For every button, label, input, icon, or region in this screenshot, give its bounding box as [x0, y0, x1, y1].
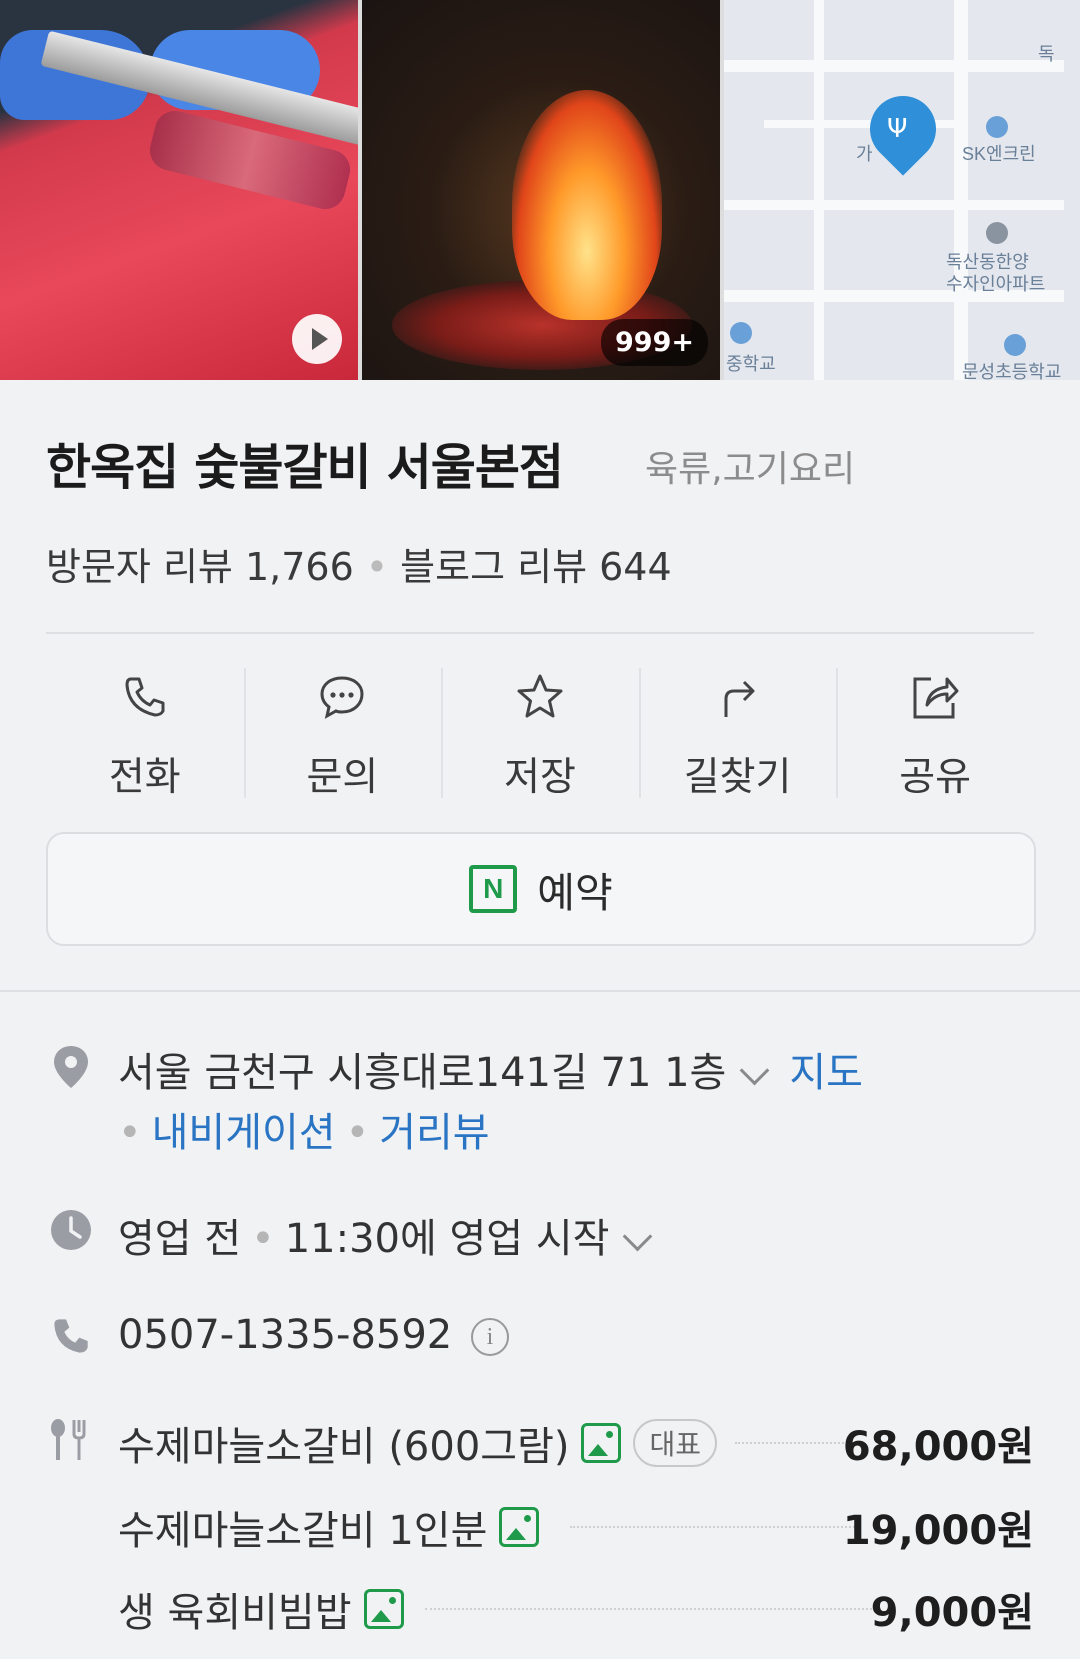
place-category: 육류,고기요리	[645, 449, 856, 490]
dotted-leader	[570, 1526, 855, 1528]
menu-item-name[interactable]: 수제마늘소갈비 (600그람) 대표	[118, 1414, 718, 1472]
map-link[interactable]: 지도	[789, 1050, 863, 1096]
image-icon[interactable]	[363, 1589, 404, 1629]
menu-item-label: 생 육회비빔밥	[118, 1590, 352, 1636]
dotted-leader	[425, 1608, 880, 1610]
map-poi-icon	[986, 222, 1008, 244]
photo-count-badge: 999+	[601, 319, 708, 366]
menu-item-name[interactable]: 수제마늘소갈비 1인분	[118, 1498, 540, 1556]
menu-item-price: 68,000원	[842, 1424, 1034, 1470]
map-label: SK엔크린	[962, 144, 1036, 164]
phone-line: 0507-1335-8592 i	[118, 1312, 509, 1358]
action-bar: 전화 문의 저장 길찾기 공유	[46, 660, 1034, 800]
restaurant-icon: Ψ	[887, 114, 908, 144]
flame-shape	[512, 90, 662, 320]
divider	[0, 990, 1080, 992]
navigation-link[interactable]: 내비게이션	[152, 1110, 336, 1156]
dotted-leader	[735, 1442, 855, 1444]
chevron-down-icon[interactable]	[740, 1055, 770, 1085]
map-thumbnail[interactable]: SK엔크린 독산동한양 수자인아파트 중학교 문성초등학교 가 독 Ψ	[724, 0, 1080, 380]
separator-dot: •	[118, 1110, 142, 1156]
reserve-button[interactable]: N 예약	[46, 832, 1036, 946]
map-label: 독	[1038, 44, 1055, 64]
photo-grill-fire[interactable]: 999+	[362, 0, 720, 380]
share-icon	[836, 668, 1034, 726]
separator-dot: •	[345, 1110, 370, 1156]
map-label: 문성초등학교	[962, 362, 1062, 380]
menu-item-label: 수제마늘소갈비 1인분	[118, 1508, 488, 1554]
address-text: 서울 금천구 시흥대로141길 71 1층	[118, 1050, 727, 1096]
call-button[interactable]: 전화	[46, 660, 244, 800]
chat-icon	[244, 668, 442, 726]
fork-knife-icon	[46, 1418, 96, 1462]
menu-item-price: 9,000원	[870, 1590, 1034, 1636]
hours-status: 영업 전	[118, 1216, 242, 1262]
directions-icon	[639, 668, 837, 726]
menu-item-name[interactable]: 생 육회비빔밥	[118, 1580, 404, 1638]
address-links: • 내비게이션 • 거리뷰	[118, 1100, 490, 1158]
map-road	[724, 60, 1064, 72]
hours-detail: 11:30에 영업 시작	[284, 1216, 610, 1262]
inquiry-button[interactable]: 문의	[243, 660, 442, 800]
save-label: 저장	[504, 755, 576, 800]
location-pin-icon	[46, 1044, 96, 1090]
menu-item-price: 19,000원	[842, 1508, 1034, 1554]
info-icon[interactable]: i	[470, 1318, 509, 1356]
naver-booking-icon: N	[469, 865, 518, 913]
clock-icon	[46, 1208, 96, 1252]
share-button[interactable]: 공유	[836, 660, 1034, 800]
place-name: 한옥집 숯불갈비 서울본점	[46, 439, 564, 496]
map-poi-icon	[986, 116, 1008, 138]
map-label: 중학교	[726, 354, 776, 374]
directions-button[interactable]: 길찾기	[638, 660, 837, 800]
directions-label: 길찾기	[683, 755, 792, 800]
phone-icon	[46, 668, 244, 726]
map-poi-icon	[1004, 334, 1026, 356]
map-label: 수자인아파트	[946, 274, 1046, 294]
play-icon[interactable]	[292, 314, 342, 364]
chevron-down-icon[interactable]	[623, 1221, 653, 1251]
reserve-label: 예약	[537, 869, 613, 917]
street-view-link[interactable]: 거리뷰	[379, 1110, 489, 1156]
image-icon[interactable]	[499, 1507, 540, 1547]
photo-meat-cutting[interactable]	[0, 0, 358, 380]
menu-item-label: 수제마늘소갈비 (600그람)	[118, 1424, 570, 1470]
separator-dot: •	[365, 545, 389, 589]
phone-number[interactable]: 0507-1335-8592	[118, 1312, 452, 1358]
share-label: 공유	[899, 755, 972, 800]
call-label: 전화	[108, 755, 181, 800]
phone-icon	[46, 1316, 96, 1356]
separator-dot: •	[251, 1216, 275, 1262]
blog-review-link[interactable]: 블로그 리뷰 644	[400, 545, 672, 589]
save-button[interactable]: 저장	[441, 660, 639, 800]
map-road	[814, 0, 824, 380]
image-icon[interactable]	[581, 1423, 622, 1463]
visitor-review-link[interactable]: 방문자 리뷰 1,766	[46, 545, 354, 589]
map-label: 가	[856, 144, 873, 164]
map-road	[724, 200, 1064, 210]
photo-strip: 999+ SK엔크린 독산동한양 수자인아파트 중학교 문성초등학교 가 독 Ψ	[0, 0, 1080, 380]
signature-badge: 대표	[633, 1419, 718, 1467]
star-icon	[441, 668, 639, 726]
address-line: 서울 금천구 시흥대로141길 71 1층 지도	[118, 1040, 863, 1098]
hours-text: 영업 전 • 11:30에 영업 시작	[118, 1206, 672, 1264]
map-road	[954, 0, 968, 380]
map-poi-icon	[730, 322, 752, 344]
review-summary: 방문자 리뷰 1,766 • 블로그 리뷰 644	[46, 536, 672, 591]
inquiry-label: 문의	[306, 755, 379, 800]
divider	[46, 632, 1034, 634]
